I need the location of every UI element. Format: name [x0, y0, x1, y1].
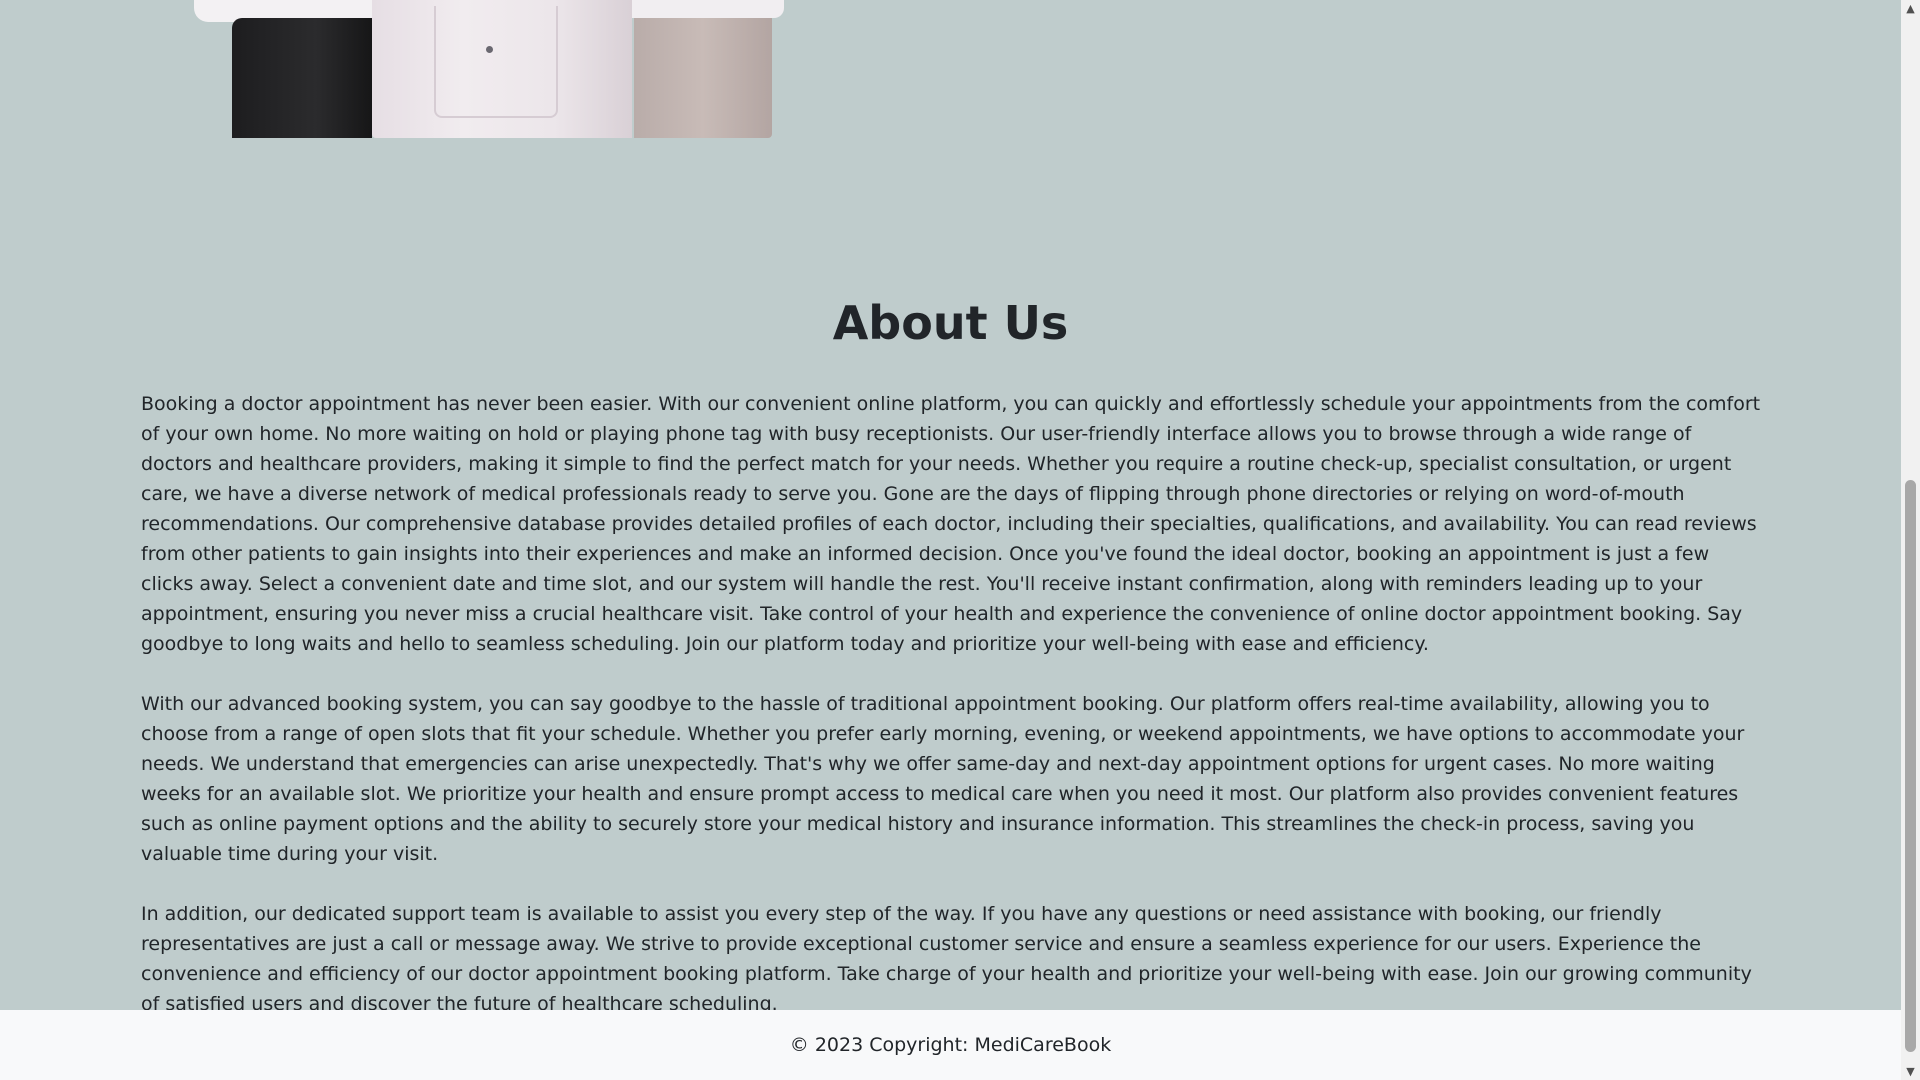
page-viewport: About Us Booking a doctor appointment ha… — [0, 0, 1901, 1080]
vertical-scrollbar[interactable]: ▲ ▼ — [1901, 0, 1920, 1080]
about-paragraph-1: Booking a doctor appointment has never b… — [141, 393, 1761, 655]
coat-button — [486, 46, 493, 53]
doctor-pants-right — [634, 14, 772, 138]
arrow-up-icon[interactable]: ▲ — [1901, 0, 1920, 17]
doctors-hero-image — [194, 0, 786, 138]
about-us-heading: About Us — [832, 296, 1069, 350]
arrow-down-icon[interactable]: ▼ — [1901, 1063, 1920, 1080]
about-paragraph-2: With our advanced booking system, you ca… — [141, 693, 1745, 865]
doctor-coat-right — [632, 0, 784, 18]
scrollbar-thumb[interactable] — [1905, 480, 1916, 1052]
site-footer: © 2023 Copyright: MediCareBook — [0, 1010, 1901, 1080]
copyright-text: © 2023 Copyright: MediCareBook — [789, 1034, 1112, 1056]
coat-pocket — [434, 6, 558, 118]
about-paragraph-3: In addition, our dedicated support team … — [141, 903, 1752, 1015]
about-us-content: Booking a doctor appointment has never b… — [141, 389, 1763, 1049]
doctor-pants-left — [232, 18, 372, 138]
